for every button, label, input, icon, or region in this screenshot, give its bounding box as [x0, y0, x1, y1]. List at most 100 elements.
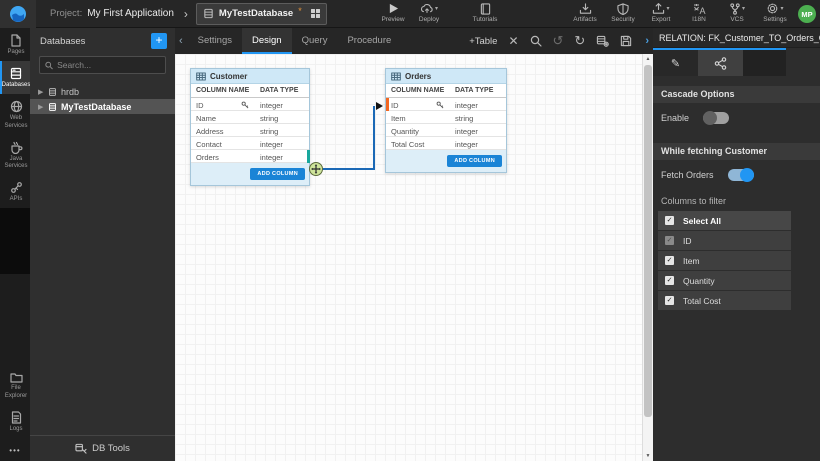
- redo-icon[interactable]: ↻: [574, 33, 585, 49]
- customer-table[interactable]: Customer COLUMN NAME DATA TYPE ID intege…: [190, 68, 310, 186]
- tab-query[interactable]: Query: [292, 28, 338, 54]
- tutorials-button[interactable]: Tutorials: [470, 2, 500, 23]
- table-row[interactable]: Item string: [386, 111, 506, 124]
- filter-item-quantity[interactable]: ✓ Quantity: [658, 271, 791, 290]
- user-avatar[interactable]: MP: [798, 5, 816, 23]
- search-icon: [45, 61, 53, 70]
- scroll-down-icon[interactable]: ▼: [643, 453, 653, 459]
- tree-item-mytestdatabase[interactable]: ▶ MyTestDatabase: [30, 99, 175, 114]
- collapse-panel-icon[interactable]: ‹: [175, 35, 188, 47]
- save-icon[interactable]: [620, 35, 632, 47]
- top-bar: Project: My First Application › MyTestDa…: [0, 0, 820, 28]
- tree-item-hrdb[interactable]: ▶ hrdb: [30, 84, 175, 99]
- table-row[interactable]: Name string: [191, 111, 309, 124]
- deploy-button[interactable]: ▾ Deploy: [414, 2, 444, 23]
- export-db-icon[interactable]: [596, 35, 609, 47]
- relation-properties-panel: RELATION: FK_Customer_TO_Orders_O... ✎ C…: [653, 28, 820, 461]
- scrollbar-thumb[interactable]: [644, 65, 652, 417]
- database-search-box[interactable]: [39, 56, 166, 74]
- design-canvas[interactable]: Customer COLUMN NAME DATA TYPE ID intege…: [175, 54, 653, 461]
- settings-button[interactable]: ▾ Settings: [760, 2, 790, 23]
- chevron-right-icon: ›: [184, 7, 188, 21]
- tab-relation-settings[interactable]: [698, 50, 743, 76]
- relation-panel-tabs: ✎: [653, 48, 786, 76]
- add-column-button[interactable]: ADD COLUMN: [447, 155, 502, 167]
- checkbox-checked[interactable]: ✓: [665, 296, 674, 305]
- table-footer: ADD COLUMN: [191, 163, 309, 185]
- orders-table-header[interactable]: Orders: [386, 69, 506, 84]
- column-headers: COLUMN NAME DATA TYPE: [191, 84, 309, 98]
- relation-source-marker: [307, 150, 310, 163]
- fetch-orders-toggle[interactable]: [728, 169, 754, 181]
- logs-file-icon: [11, 411, 22, 424]
- filter-item-total-cost[interactable]: ✓ Total Cost: [658, 291, 791, 310]
- security-shield-icon: [617, 3, 629, 15]
- export-button[interactable]: ▾ Export: [646, 2, 676, 23]
- db-tools-button[interactable]: DB Tools: [30, 435, 175, 461]
- tab-design[interactable]: Design: [242, 28, 292, 54]
- table-row[interactable]: ID integer: [386, 98, 506, 111]
- scroll-up-icon[interactable]: ▲: [643, 56, 653, 62]
- preview-button[interactable]: Preview: [378, 2, 408, 23]
- database-search-input[interactable]: [57, 60, 160, 70]
- caret-down-icon: ▾: [742, 5, 745, 12]
- web-services-globe-icon: [10, 100, 23, 113]
- artifacts-label: Artifacts: [573, 16, 596, 23]
- chevron-right-icon[interactable]: ▶: [38, 88, 44, 96]
- i18n-button[interactable]: A I18N: [684, 2, 714, 23]
- sidebar-item-pages[interactable]: Pages: [0, 28, 30, 61]
- pages-icon: [10, 34, 22, 47]
- relation-line-vertical[interactable]: [373, 106, 375, 170]
- customer-table-header[interactable]: Customer: [191, 69, 309, 84]
- table-row[interactable]: Total Cost integer: [386, 137, 506, 150]
- filter-item-select-all[interactable]: ✓ Select All: [658, 211, 791, 230]
- sidebar-item-java-services[interactable]: Java Services: [0, 135, 30, 175]
- undo-icon[interactable]: ↺: [553, 33, 564, 49]
- expand-panel-icon[interactable]: ›: [643, 35, 649, 47]
- close-icon[interactable]: ✕: [508, 34, 518, 48]
- orders-table[interactable]: Orders COLUMN NAME DATA TYPE ID integer …: [385, 68, 507, 173]
- project-name[interactable]: My First Application: [87, 8, 174, 19]
- tab-edit-relation[interactable]: ✎: [653, 50, 698, 76]
- checkbox-checked[interactable]: ✓: [665, 216, 674, 225]
- vcs-button[interactable]: ▾ VCS: [722, 2, 752, 23]
- table-row[interactable]: Contact integer: [191, 137, 309, 150]
- tutorials-book-icon: [480, 3, 491, 15]
- sidebar-item-databases[interactable]: Databases: [0, 61, 30, 94]
- relation-arrow-icon: [376, 102, 383, 110]
- column-headers: COLUMN NAME DATA TYPE: [386, 84, 506, 98]
- filter-item-item[interactable]: ✓ Item: [658, 251, 791, 270]
- add-table-button[interactable]: +Table: [469, 36, 497, 47]
- more-options-icon[interactable]: •••: [0, 438, 30, 461]
- security-button[interactable]: Security: [608, 2, 638, 23]
- tab-settings[interactable]: Settings: [188, 28, 242, 54]
- checkbox-checked[interactable]: ✓: [665, 256, 674, 265]
- app-logo[interactable]: [0, 0, 36, 28]
- table-row[interactable]: Orders integer: [191, 150, 309, 163]
- database-tab[interactable]: MyTestDatabase *: [196, 3, 327, 25]
- tab-procedure[interactable]: Procedure: [337, 28, 401, 54]
- relation-line-horizontal[interactable]: [316, 168, 375, 170]
- sidebar-item-logs[interactable]: Logs: [0, 405, 30, 438]
- sidebar-item-apis[interactable]: APIs: [0, 175, 30, 208]
- table-row[interactable]: Address string: [191, 124, 309, 137]
- primary-key-icon: [241, 101, 249, 109]
- search-zoom-icon[interactable]: [530, 35, 542, 47]
- chevron-right-icon[interactable]: ▶: [38, 103, 44, 111]
- artifacts-button[interactable]: Artifacts: [570, 2, 600, 23]
- add-column-button[interactable]: ADD COLUMN: [250, 168, 305, 180]
- enable-toggle[interactable]: [703, 112, 729, 124]
- relation-anchor-handle[interactable]: [309, 162, 323, 176]
- table-row[interactable]: Quantity integer: [386, 124, 506, 137]
- canvas-vertical-scrollbar[interactable]: ▲ ▼: [642, 54, 653, 461]
- grid-view-icon[interactable]: [311, 9, 321, 19]
- sidebar-item-web-services[interactable]: Web Services: [0, 94, 30, 134]
- columns-to-filter-label: Columns to filter: [653, 190, 820, 211]
- sidebar-item-file-explorer[interactable]: File Explorer: [0, 366, 30, 404]
- checkbox-checked[interactable]: ✓: [665, 276, 674, 285]
- table-row[interactable]: ID integer: [191, 98, 309, 111]
- filter-item-id[interactable]: ✓ ID: [658, 231, 791, 250]
- add-database-button[interactable]: +: [151, 33, 167, 49]
- caret-down-icon: ▾: [666, 5, 669, 12]
- left-icon-sidebar: Pages Databases Web Services Java Servic…: [0, 28, 30, 461]
